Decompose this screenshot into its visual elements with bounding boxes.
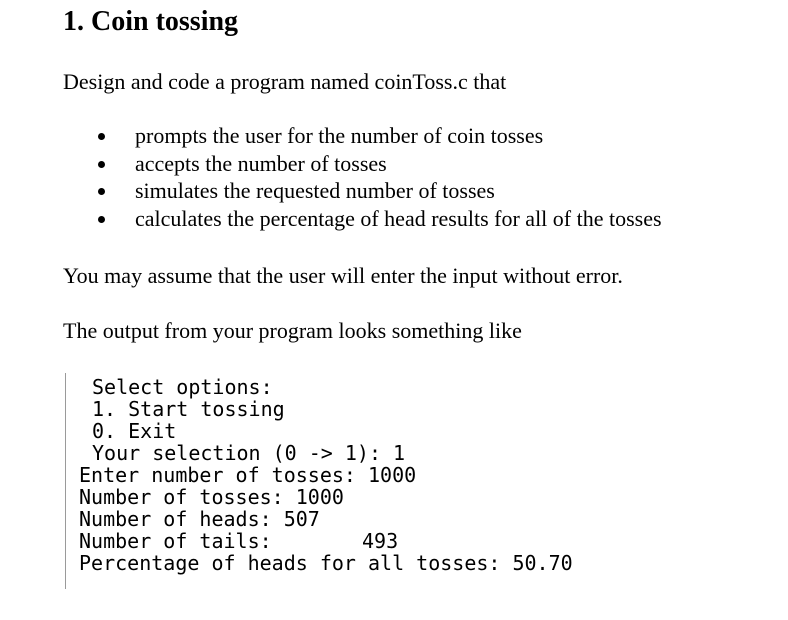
console-line-select-options: Select options: <box>92 375 273 399</box>
console-line-selection: Your selection (0 -> 1): 1 <box>92 441 406 465</box>
console-line-number-heads: Number of heads: 507 <box>79 507 320 531</box>
bullet-dot-icon <box>98 160 105 168</box>
console-output-block: Select options: 1. Start tossing 0. Exit… <box>65 373 666 589</box>
bullet-dot-icon <box>98 133 105 140</box>
intro-paragraph: Design and code a program named coinToss… <box>63 69 507 94</box>
console-line-start-tossing: 1. Start tossing <box>92 397 285 421</box>
list-item-text: accepts the number of tosses <box>135 150 387 176</box>
bullet-dot-icon <box>98 216 105 224</box>
list-item-text: simulates the requested number of tosses <box>135 178 495 204</box>
assumption-paragraph: You may assume that the user will enter … <box>63 263 623 288</box>
console-line-number-tails-value: 493 <box>362 529 399 553</box>
section-heading: 1. Coin tossing <box>63 6 239 37</box>
output-intro-paragraph: The output from your program looks somet… <box>63 318 522 343</box>
list-item-text: calculates the percentage of head result… <box>135 206 662 232</box>
bullet-dot-icon <box>98 188 105 196</box>
console-line-number-tails-label: Number of tails: <box>79 529 272 553</box>
console-line-exit: 0. Exit <box>92 419 177 443</box>
console-line-percentage: Percentage of heads for all tosses: 50.7… <box>79 551 573 575</box>
console-line-enter-tosses: Enter number of tosses: 1000 <box>79 463 417 487</box>
list-item-text: prompts the user for the number of coin … <box>135 123 544 148</box>
console-line-number-tosses: Number of tosses: 1000 <box>79 485 344 509</box>
